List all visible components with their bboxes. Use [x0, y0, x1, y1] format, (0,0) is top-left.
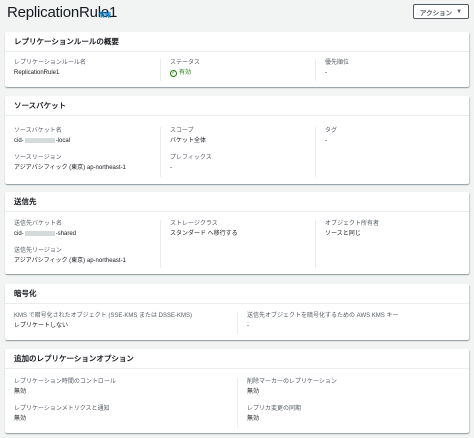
options-col-2: 削除マーカーのレプリケーション 無効 レプリカ変更の同期 無効	[237, 378, 465, 428]
destination-bucket-label: 送信先バケット名	[14, 221, 63, 227]
source-col-2: スコープ バケット全体 プレフィックス -	[160, 127, 315, 177]
encryption-panel-title: 暗号化	[5, 284, 469, 304]
rule-name-label: レプリケーションルール名	[14, 60, 86, 66]
dest-kms-key-value: -	[247, 323, 249, 329]
delete-marker-value: 無効	[247, 389, 260, 395]
source-bucket-value: cid- -local	[14, 137, 160, 145]
options-panel-title: 追加のレプリケーションオプション	[5, 349, 469, 369]
dest-kms-key-field: 送信先オブジェクトを暗号化するための AWS KMS キー -	[237, 312, 465, 334]
tags-label: タグ	[325, 128, 338, 134]
destination-region-value: アジアパシフィック (東京) ap-northeast-1	[14, 258, 126, 264]
storage-class-label: ストレージクラス	[170, 221, 218, 227]
rule-name-value: ReplicationRule1	[14, 70, 60, 76]
kms-field: KMS で暗号化されたオブジェクト (SSE-KMS または DSSE-KMS)…	[5, 312, 237, 330]
scope-field: スコープ バケット全体	[170, 127, 315, 145]
destination-col-1: 送信先バケット名 cid- -shared 送信先リージョン アジアパシフィック …	[5, 220, 160, 274]
check-circle-icon: ✓	[170, 69, 177, 77]
destination-bucket-prefix: cid-	[14, 231, 24, 237]
dest-kms-key-label: 送信先オブジェクトを暗号化するための AWS KMS キー	[247, 313, 399, 319]
rtc-value: 無効	[14, 389, 27, 395]
metrics-label: レプリケーションメトリクスと通知	[14, 406, 110, 412]
prefix-value: -	[170, 165, 172, 171]
status-field: ステータス ✓ 有効	[160, 59, 315, 81]
destination-region-label: 送信先リージョン	[14, 248, 62, 254]
source-bucket-label: ソースバケット名	[14, 128, 62, 134]
object-owner-value: ソースと同じ	[325, 231, 361, 237]
info-link[interactable]: 情報	[99, 10, 111, 19]
source-region-field: ソースリージョン アジアパシフィック (東京) ap-northeast-1	[14, 154, 160, 172]
page-header: ReplicationRule1 情報 アクション ▼	[0, 0, 474, 26]
priority-field: 優先順位 -	[315, 59, 465, 81]
scope-value: バケット全体	[170, 138, 207, 144]
replica-sync-value: 無効	[247, 416, 260, 422]
rtc-field: レプリケーション時間のコントロール 無効	[14, 378, 237, 396]
rule-name-field: レプリケーションルール名 ReplicationRule1	[5, 59, 160, 77]
actions-button[interactable]: アクション ▼	[413, 4, 469, 19]
tags-value: -	[325, 138, 327, 144]
status-label: ステータス	[170, 60, 201, 66]
scope-label: スコープ	[170, 128, 194, 134]
source-bucket-field: ソースバケット名 cid- -local	[14, 127, 160, 145]
caret-down-icon: ▼	[456, 8, 463, 15]
kms-value: レプリケートしない	[14, 323, 69, 329]
overview-panel-title: レプリケーションルールの概要	[5, 32, 469, 52]
destination-region-field: 送信先リージョン アジアパシフィック (東京) ap-northeast-1	[14, 247, 160, 265]
storage-class-value: スタンダード へ移行する	[170, 231, 238, 237]
destination-bucket-value: cid- -shared	[14, 230, 160, 238]
source-bucket-suffix: -local	[55, 138, 71, 144]
destination-col-2: ストレージクラス スタンダード へ移行する	[160, 220, 315, 268]
source-col-1: ソースバケット名 cid- -local ソースリージョン アジアパシフィック (…	[5, 127, 160, 181]
actions-button-label: アクション	[419, 9, 453, 17]
metrics-value: 無効	[14, 416, 27, 422]
delete-marker-field: 削除マーカーのレプリケーション 無効	[247, 378, 465, 396]
overview-panel: レプリケーションルールの概要 レプリケーションルール名 ReplicationR…	[5, 32, 469, 87]
redacted-block	[24, 230, 55, 236]
redacted-block	[24, 137, 55, 143]
object-owner-label: オブジェクト所有者	[325, 221, 380, 227]
destination-col-3: オブジェクト所有者 ソースと同じ	[315, 220, 465, 268]
options-col-1: レプリケーション時間のコントロール 無効 レプリケーションメトリクスと通知 無効	[5, 378, 237, 432]
delete-marker-label: 削除マーカーのレプリケーション	[247, 379, 337, 385]
prefix-field: プレフィックス -	[170, 154, 315, 172]
replica-sync-label: レプリカ変更の同期	[247, 406, 302, 412]
status-badge: ✓ 有効	[170, 69, 315, 77]
replica-sync-field: レプリカ変更の同期 無効	[247, 405, 465, 423]
destination-bucket-field: 送信先バケット名 cid- -shared	[14, 220, 160, 238]
source-panel-title: ソースバケット	[5, 96, 469, 116]
source-col-3: タグ -	[315, 127, 465, 177]
priority-value: -	[325, 70, 327, 76]
destination-bucket-suffix: -shared	[55, 231, 77, 237]
destination-panel: 送信先 送信先バケット名 cid- -shared 送信先リージョン アジアパシフ…	[5, 192, 469, 274]
metrics-field: レプリケーションメトリクスと通知 無効	[14, 405, 237, 423]
rtc-label: レプリケーション時間のコントロール	[14, 379, 116, 385]
prefix-label: プレフィックス	[170, 155, 212, 161]
storage-class-field: ストレージクラス スタンダード へ移行する	[170, 220, 315, 238]
object-owner-field: オブジェクト所有者 ソースと同じ	[325, 220, 465, 238]
source-bucket-panel: ソースバケット ソースバケット名 cid- -local ソースリージョン アジア…	[5, 96, 469, 184]
priority-label: 優先順位	[325, 60, 350, 66]
source-bucket-prefix: cid-	[14, 138, 24, 144]
replication-options-panel: 追加のレプリケーションオプション レプリケーション時間のコントロール 無効 レプ…	[5, 349, 469, 433]
tags-field: タグ -	[325, 127, 465, 145]
source-region-label: ソースリージョン	[14, 155, 62, 161]
status-value: 有効	[179, 70, 192, 76]
destination-panel-title: 送信先	[5, 192, 469, 212]
source-region-value: アジアパシフィック (東京) ap-northeast-1	[14, 165, 126, 171]
encryption-panel: 暗号化 KMS で暗号化されたオブジェクト (SSE-KMS または DSSE-…	[5, 284, 469, 340]
kms-label: KMS で暗号化されたオブジェクト (SSE-KMS または DSSE-KMS)	[14, 313, 193, 319]
